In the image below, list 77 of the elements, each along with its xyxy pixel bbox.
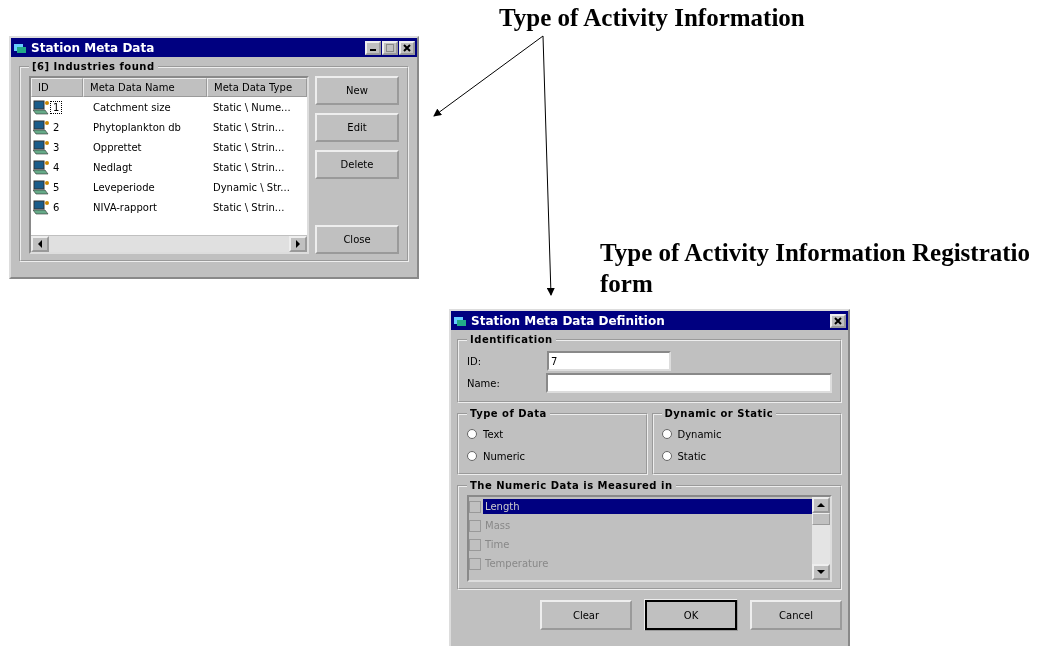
checkbox[interactable]: [469, 557, 481, 570]
dialog-button[interactable]: Edit: [315, 113, 399, 142]
radio-button[interactable]: [661, 451, 672, 461]
window-title: Station Meta Data Definition: [471, 313, 665, 328]
table-cell-text: Static \ Strin...: [212, 141, 286, 153]
minimize-icon: [370, 49, 376, 51]
close-icon: [403, 43, 411, 52]
radio-button[interactable]: [661, 429, 672, 439]
group-title: Type of Data: [469, 408, 548, 419]
computer-icon: [33, 119, 50, 135]
close-button[interactable]: [830, 313, 846, 328]
radio-button[interactable]: [467, 429, 477, 439]
radio-option[interactable]: Numeric: [467, 445, 638, 467]
right-arrow-icon: [295, 240, 301, 248]
dialog-button[interactable]: Cancel: [750, 600, 842, 630]
table-cell[interactable]: 4: [51, 161, 62, 173]
table-cell-text: Nedlagt: [92, 161, 134, 173]
up-arrow-icon: [817, 502, 825, 508]
table-cell-text: Static \ Nume...: [212, 101, 292, 113]
left-arrow-icon: [37, 240, 43, 248]
group-title: The Numeric Data is Measured in: [469, 480, 674, 491]
computer-icon: [33, 139, 50, 155]
computer-icon: [33, 159, 50, 175]
checkbox[interactable]: [469, 519, 481, 532]
down-arrow-icon: [817, 569, 825, 575]
table-cell[interactable]: 2: [51, 121, 62, 133]
close-icon: [834, 316, 842, 325]
name-field[interactable]: [545, 373, 832, 393]
minimize-button[interactable]: [365, 40, 381, 55]
caption: Type of Activity Information: [499, 3, 805, 33]
table-cell[interactable]: 5: [51, 181, 62, 193]
dialog-button[interactable]: Clear: [540, 600, 632, 630]
radio-button[interactable]: [467, 451, 477, 461]
column-header[interactable]: ID: [31, 78, 83, 97]
table-cell[interactable]: 6: [51, 201, 62, 213]
group-title: Identification: [469, 334, 554, 345]
column-header[interactable]: Meta Data Name: [83, 78, 207, 97]
caption: Type of Activity Information Registratio form: [600, 238, 1031, 299]
table-cell-text: Leveperiode: [92, 181, 156, 193]
checkbox[interactable]: [469, 538, 481, 551]
scrollbar-thumb[interactable]: [812, 513, 830, 525]
dialog-button[interactable]: OK: [645, 600, 737, 630]
table-cell-text: Dynamic \ Str...: [212, 181, 291, 193]
horizontal-scrollbar[interactable]: [31, 235, 307, 252]
column-header[interactable]: Meta Data Type: [207, 78, 307, 97]
app-icon: [13, 41, 27, 54]
close-button[interactable]: Close: [315, 225, 399, 254]
table-cell-text: Static \ Strin...: [212, 121, 286, 133]
table-cell-text: Phytoplankton db: [92, 121, 182, 133]
table-cell[interactable]: 3: [51, 141, 62, 153]
window-title: Station Meta Data: [31, 40, 155, 55]
table-cell-text: Static \ Strin...: [212, 161, 286, 173]
group-title: [6] Industries found: [31, 61, 156, 72]
table-cell-text: Static \ Strin...: [212, 201, 286, 213]
maximize-button[interactable]: [382, 40, 398, 55]
list-item[interactable]: Length: [483, 499, 812, 514]
radio-option[interactable]: Text: [467, 423, 638, 445]
radio-option[interactable]: Static: [661, 445, 832, 467]
dialog-button[interactable]: Delete: [315, 150, 399, 179]
table-cell-text: NIVA-rapport: [92, 201, 158, 213]
radio-option[interactable]: Dynamic: [661, 423, 832, 445]
table-cell-text: Catchment size: [92, 101, 172, 113]
computer-icon: [33, 99, 50, 115]
table-cell-text: Opprettet: [92, 141, 143, 153]
close-button[interactable]: [399, 40, 415, 55]
computer-icon: [33, 199, 50, 215]
app-icon: [453, 314, 467, 327]
maximize-icon: [386, 43, 394, 52]
dialog-button[interactable]: New: [315, 76, 399, 105]
vertical-scrollbar[interactable]: [812, 497, 830, 580]
field-label: ID:: [467, 355, 483, 367]
table-cell[interactable]: 1: [51, 101, 62, 113]
group-title: Dynamic or Static: [663, 408, 775, 419]
id-field[interactable]: 7: [547, 351, 671, 371]
computer-icon: [33, 179, 50, 195]
field-label: Name:: [467, 377, 501, 389]
checkbox[interactable]: [469, 500, 481, 513]
